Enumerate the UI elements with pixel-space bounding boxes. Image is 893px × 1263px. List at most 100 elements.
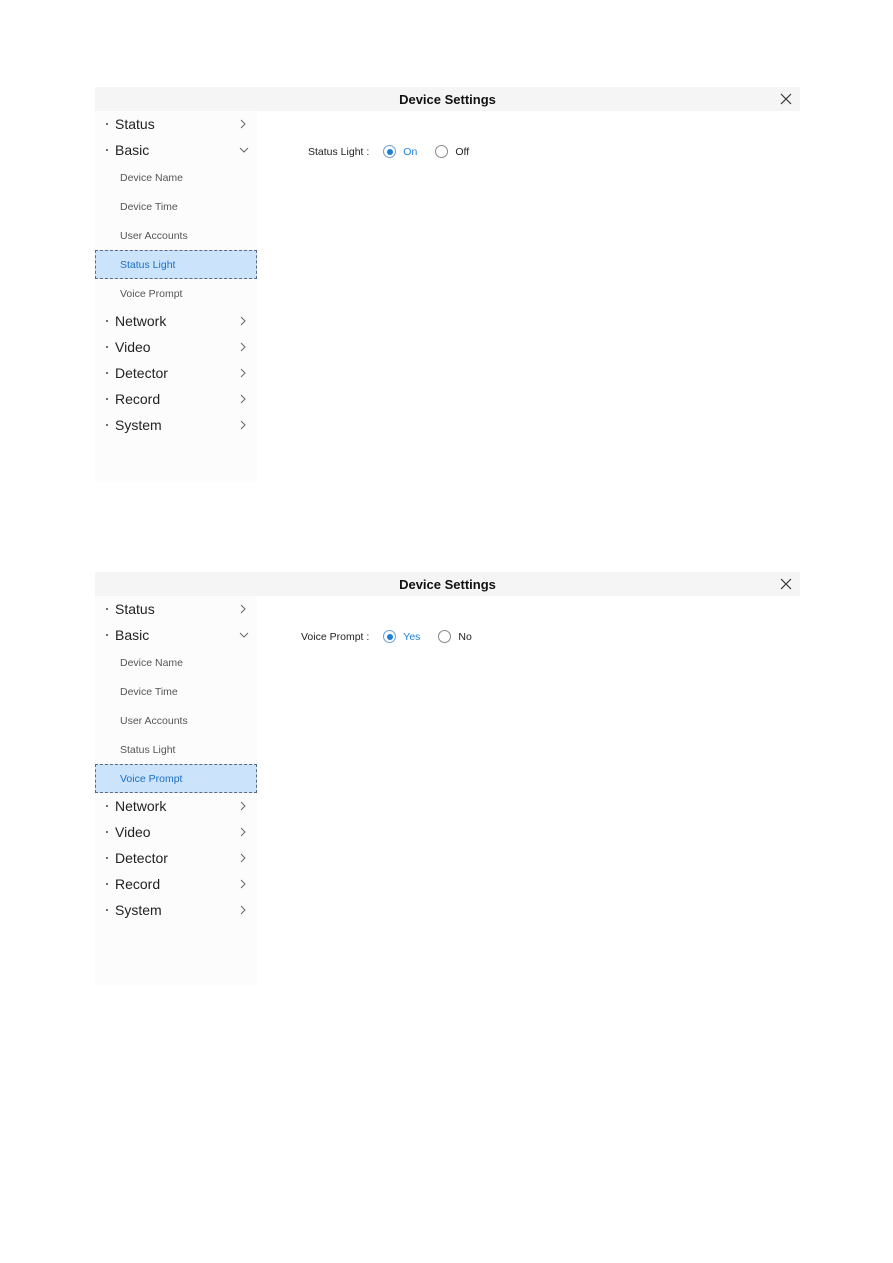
- sidebar-item-label: Detector: [115, 365, 168, 381]
- settings-sidebar: Status Basic Device Name Device Time Use…: [95, 596, 257, 985]
- chevron-down-icon: [239, 630, 249, 640]
- sidebar-item-label: Status: [115, 601, 155, 617]
- radio-label: No: [458, 630, 472, 643]
- sidebar-subitem-label: User Accounts: [120, 714, 188, 727]
- sidebar-item-label: Video: [115, 339, 151, 355]
- settings-content: Voice Prompt : Yes No: [257, 596, 800, 985]
- sidebar-subitem-label: Voice Prompt: [120, 287, 183, 300]
- dialog-titlebar: Device Settings: [95, 87, 800, 111]
- chevron-right-icon: [239, 119, 247, 129]
- sidebar-item-basic[interactable]: Basic: [95, 137, 257, 163]
- bullet-icon: [106, 805, 108, 807]
- chevron-right-icon: [239, 879, 247, 889]
- sidebar-item-network[interactable]: Network: [95, 308, 257, 334]
- device-settings-dialog-status-light: Device Settings Status Basic Device Name…: [95, 87, 800, 482]
- sidebar-subitem-user-accounts[interactable]: User Accounts: [95, 706, 257, 735]
- sidebar-subitem-label: Device Time: [120, 685, 178, 698]
- chevron-down-icon: [239, 145, 249, 155]
- sidebar-subitem-voice-prompt[interactable]: Voice Prompt: [95, 279, 257, 308]
- voice-prompt-field: Voice Prompt : Yes No: [301, 630, 490, 643]
- sidebar-item-status[interactable]: Status: [95, 111, 257, 137]
- bullet-icon: [106, 634, 108, 636]
- bullet-icon: [106, 883, 108, 885]
- bullet-icon: [106, 424, 108, 426]
- chevron-right-icon: [239, 801, 247, 811]
- chevron-right-icon: [239, 420, 247, 430]
- sidebar-item-network[interactable]: Network: [95, 793, 257, 819]
- close-icon[interactable]: [778, 576, 794, 592]
- sidebar-item-label: Video: [115, 824, 151, 840]
- sidebar-item-label: System: [115, 417, 162, 433]
- sidebar-item-label: Network: [115, 798, 167, 814]
- bullet-icon: [106, 346, 108, 348]
- bullet-icon: [106, 372, 108, 374]
- settings-sidebar: Status Basic Device Name Device Time Use…: [95, 111, 257, 482]
- bullet-icon: [106, 608, 108, 610]
- sidebar-item-basic[interactable]: Basic: [95, 622, 257, 648]
- radio-off[interactable]: Off: [435, 145, 469, 158]
- sidebar-subitem-label: Status Light: [120, 258, 176, 271]
- sidebar-item-detector[interactable]: Detector: [95, 845, 257, 871]
- sidebar-item-detector[interactable]: Detector: [95, 360, 257, 386]
- chevron-right-icon: [239, 316, 247, 326]
- bullet-icon: [106, 857, 108, 859]
- sidebar-subitem-device-name[interactable]: Device Name: [95, 648, 257, 677]
- sidebar-subitem-label: Status Light: [120, 743, 176, 756]
- chevron-right-icon: [239, 827, 247, 837]
- sidebar-subitem-device-name[interactable]: Device Name: [95, 163, 257, 192]
- sidebar-subitem-device-time[interactable]: Device Time: [95, 677, 257, 706]
- radio-checked-icon: [383, 145, 397, 158]
- chevron-right-icon: [239, 604, 247, 614]
- device-settings-dialog-voice-prompt: Device Settings Status Basic Device Name…: [95, 572, 800, 985]
- close-icon[interactable]: [778, 91, 794, 107]
- bullet-icon: [106, 320, 108, 322]
- bullet-icon: [106, 398, 108, 400]
- chevron-right-icon: [239, 368, 247, 378]
- radio-label: Yes: [403, 630, 421, 643]
- sidebar-subitem-label: Device Name: [120, 171, 184, 184]
- dialog-title: Device Settings: [399, 576, 496, 592]
- radio-unchecked-icon: [435, 145, 449, 158]
- sidebar-item-system[interactable]: System: [95, 412, 257, 438]
- radio-yes[interactable]: Yes: [383, 630, 420, 643]
- bullet-icon: [106, 831, 108, 833]
- sidebar-subitem-label: User Accounts: [120, 229, 188, 242]
- bullet-icon: [106, 149, 108, 151]
- chevron-right-icon: [239, 394, 247, 404]
- sidebar-item-label: Basic: [115, 627, 150, 643]
- sidebar-subitem-voice-prompt[interactable]: Voice Prompt: [95, 764, 257, 793]
- chevron-right-icon: [239, 905, 247, 915]
- radio-label: On: [403, 145, 418, 158]
- field-label: Voice Prompt :: [301, 630, 370, 643]
- sidebar-item-record[interactable]: Record: [95, 871, 257, 897]
- radio-checked-icon: [383, 630, 397, 643]
- field-label: Status Light :: [308, 145, 370, 158]
- sidebar-item-label: System: [115, 902, 162, 918]
- sidebar-subitem-label: Device Time: [120, 200, 178, 213]
- sidebar-subitem-device-time[interactable]: Device Time: [95, 192, 257, 221]
- sidebar-subitem-status-light[interactable]: Status Light: [95, 250, 257, 279]
- sidebar-subitem-status-light[interactable]: Status Light: [95, 735, 257, 764]
- sidebar-item-label: Basic: [115, 142, 150, 158]
- sidebar-item-status[interactable]: Status: [95, 596, 257, 622]
- sidebar-item-label: Detector: [115, 850, 168, 866]
- radio-on[interactable]: On: [383, 145, 417, 158]
- settings-content: Status Light : On Off: [257, 111, 800, 482]
- sidebar-item-label: Status: [115, 116, 155, 132]
- sidebar-item-video[interactable]: Video: [95, 819, 257, 845]
- sidebar-item-video[interactable]: Video: [95, 334, 257, 360]
- sidebar-item-record[interactable]: Record: [95, 386, 257, 412]
- sidebar-subitem-user-accounts[interactable]: User Accounts: [95, 221, 257, 250]
- bullet-icon: [106, 909, 108, 911]
- radio-label: Off: [455, 145, 470, 158]
- sidebar-item-label: Record: [115, 876, 161, 892]
- bullet-icon: [106, 123, 108, 125]
- radio-no[interactable]: No: [438, 630, 472, 643]
- chevron-right-icon: [239, 342, 247, 352]
- dialog-titlebar: Device Settings: [95, 572, 800, 596]
- sidebar-subitem-label: Voice Prompt: [120, 772, 183, 785]
- sidebar-item-system[interactable]: System: [95, 897, 257, 923]
- sidebar-item-label: Network: [115, 313, 167, 329]
- dialog-title: Device Settings: [399, 91, 496, 107]
- sidebar-subitem-label: Device Name: [120, 656, 184, 669]
